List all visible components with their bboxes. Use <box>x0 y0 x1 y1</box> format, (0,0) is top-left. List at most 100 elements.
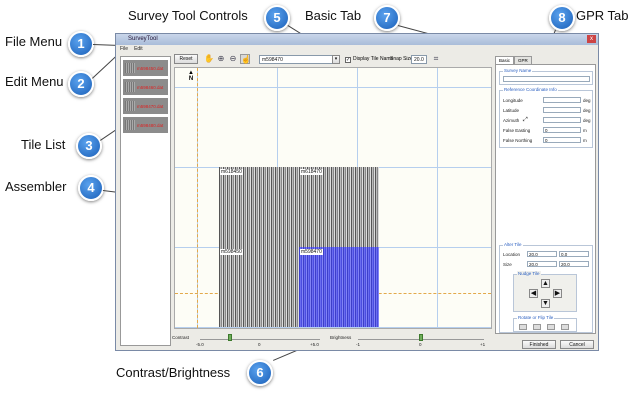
location-y-input[interactable]: 0.0 <box>559 251 589 257</box>
brightness-max-label: +1 <box>480 342 486 347</box>
false-easting-label: False Easting <box>503 128 531 133</box>
tab-basic[interactable]: Basic <box>495 56 515 64</box>
basic-tab-badge: 7 <box>374 5 400 31</box>
tile-thumbnail <box>125 63 135 73</box>
latitude-label: Latitude <box>503 108 520 113</box>
dropdown-arrow-icon[interactable]: ▾ <box>332 55 340 64</box>
zoom-out-icon[interactable]: ⊖ <box>228 54 238 64</box>
location-x-input[interactable]: 20.0 <box>527 251 557 257</box>
basic-tab-content: Survey Name Reference Coordinate Info Lo… <box>495 64 596 334</box>
properties-panel: Basic GPR Survey Name Reference Coordina… <box>495 56 596 346</box>
latitude-input[interactable] <box>543 107 581 113</box>
contrast-slider-track[interactable] <box>200 339 320 340</box>
survey-tool-controls-badge: 5 <box>264 5 290 31</box>
flip-vertical-icon[interactable] <box>561 324 569 330</box>
display-tile-name-checkbox[interactable]: ✓ <box>345 57 351 63</box>
location-label: Location <box>503 252 521 257</box>
tile-list-item[interactable]: m598480.dat <box>123 117 168 133</box>
tile-select-dropdown[interactable]: m598470 <box>259 55 339 64</box>
tile-name: m598450.dat <box>137 65 164 71</box>
rotate-flip-group: Rotate or Flip Tile <box>513 315 577 332</box>
file-menu[interactable]: File <box>120 45 128 53</box>
nudge-left-icon[interactable]: ◀ <box>529 289 538 298</box>
survey-tool-window: SurveyTool x File Edit m598450.dat m5984… <box>115 33 599 351</box>
gpr-tab-callout-label: GPR Tab <box>576 8 629 23</box>
size-y-input[interactable]: 20.0 <box>559 261 589 267</box>
nudge-tile-label: Nudge Tile <box>517 271 541 276</box>
pan-hand-icon[interactable]: ✋ <box>204 54 214 64</box>
canvas-tile[interactable] <box>299 167 379 247</box>
assembler-callout-label: Assembler <box>5 179 67 194</box>
survey-tool-controls-callout-label: Survey Tool Controls <box>128 8 248 23</box>
cancel-button[interactable]: Cancel <box>560 340 594 349</box>
latitude-unit: deg <box>583 108 591 113</box>
rotate-left-icon[interactable] <box>519 324 527 330</box>
file-menu-callout-label: File Menu <box>5 34 63 49</box>
azimuth-picker-icon[interactable]: ⤢ <box>523 117 528 124</box>
finished-button[interactable]: Finished <box>522 340 556 349</box>
panel-tabs: Basic GPR <box>495 56 532 64</box>
brightness-slider-thumb[interactable] <box>419 334 423 341</box>
window-title: SurveyTool <box>128 36 158 42</box>
snap-size-label: Snap Size <box>390 56 413 62</box>
false-northing-unit: m <box>583 138 587 143</box>
size-label: Size <box>503 262 512 267</box>
survey-name-input[interactable] <box>503 76 590 82</box>
false-easting-unit: m <box>583 128 587 133</box>
tile-thumbnail <box>125 82 135 92</box>
canvas-tile-label: m598470 <box>300 249 323 255</box>
longitude-input[interactable] <box>543 97 581 103</box>
tile-thumbnail <box>125 101 135 111</box>
tile-list-item[interactable]: m598460.dat <box>123 79 168 95</box>
tile-name: m598480.dat <box>137 122 164 128</box>
close-icon[interactable]: x <box>587 35 596 43</box>
tile-list[interactable]: m598450.dat m598460.dat m598470.dat m598… <box>120 56 171 346</box>
tile-thumbnail <box>125 120 135 130</box>
edit-menu[interactable]: Edit <box>134 45 143 53</box>
gpr-tab-badge: 8 <box>549 5 575 31</box>
contrast-max-label: +5.0 <box>310 342 319 347</box>
longitude-unit: deg <box>583 98 591 103</box>
reset-button[interactable]: Reset <box>174 54 198 64</box>
select-pointer-icon[interactable]: ☝ <box>240 54 251 64</box>
basic-tab-callout-label: Basic Tab <box>305 8 362 23</box>
contrast-label: Contrast <box>172 335 190 340</box>
tile-list-item[interactable]: m598450.dat <box>123 60 168 76</box>
survey-name-group: Survey Name <box>499 68 593 85</box>
alter-tile-group: Alter Tile Location 20.0 0.0 Size 20.0 2… <box>499 242 593 333</box>
tab-gpr[interactable]: GPR <box>514 56 532 64</box>
nudge-right-icon[interactable]: ▶ <box>553 289 562 298</box>
edit-menu-callout-label: Edit Menu <box>5 74 64 89</box>
nudge-down-icon[interactable]: ▼ <box>541 299 550 308</box>
nudge-up-icon[interactable]: ▲ <box>541 279 550 288</box>
azimuth-unit: deg <box>583 118 591 123</box>
grid-snap-icon[interactable]: ⌗ <box>431 54 441 64</box>
size-x-input[interactable]: 20.0 <box>527 261 557 267</box>
snap-size-input[interactable]: 20.0 <box>411 55 427 64</box>
tile-name: m598460.dat <box>137 84 164 90</box>
zoom-in-icon[interactable]: ⊕ <box>216 54 226 64</box>
title-bar: SurveyTool x <box>116 34 598 45</box>
canvas-tile[interactable] <box>219 247 299 327</box>
contrast-slider-thumb[interactable] <box>228 334 232 341</box>
assembler-canvas[interactable]: ▲ N m618450 m618470 m598450 m598470 <box>174 67 492 329</box>
tile-list-item[interactable]: m598470.dat <box>123 98 168 114</box>
contrast-brightness-badge: 6 <box>247 360 273 386</box>
flip-horizontal-icon[interactable] <box>547 324 555 330</box>
nudge-tile-group: Nudge Tile ▲ ◀ ▶ ▼ <box>513 271 577 312</box>
rotate-right-icon[interactable] <box>533 324 541 330</box>
brightness-mid-label: 0 <box>419 342 422 347</box>
canvas-tile[interactable] <box>219 167 299 247</box>
brightness-min-label: -1 <box>356 342 361 347</box>
survey-name-label: Survey Name <box>503 68 533 73</box>
false-easting-input[interactable]: 0 <box>543 127 581 133</box>
brightness-label: Brightness <box>330 335 352 340</box>
azimuth-input[interactable] <box>543 117 581 123</box>
canvas-tile-label: m618450 <box>220 169 243 175</box>
longitude-label: Longitude <box>503 98 523 103</box>
contrast-brightness-callout-label: Contrast/Brightness <box>116 365 231 380</box>
contrast-mid-label: 0 <box>258 342 261 347</box>
false-northing-input[interactable]: 0 <box>543 137 581 143</box>
canvas-tile-selected[interactable] <box>299 247 379 327</box>
display-tile-name-label: Display Tile Name <box>353 56 394 62</box>
